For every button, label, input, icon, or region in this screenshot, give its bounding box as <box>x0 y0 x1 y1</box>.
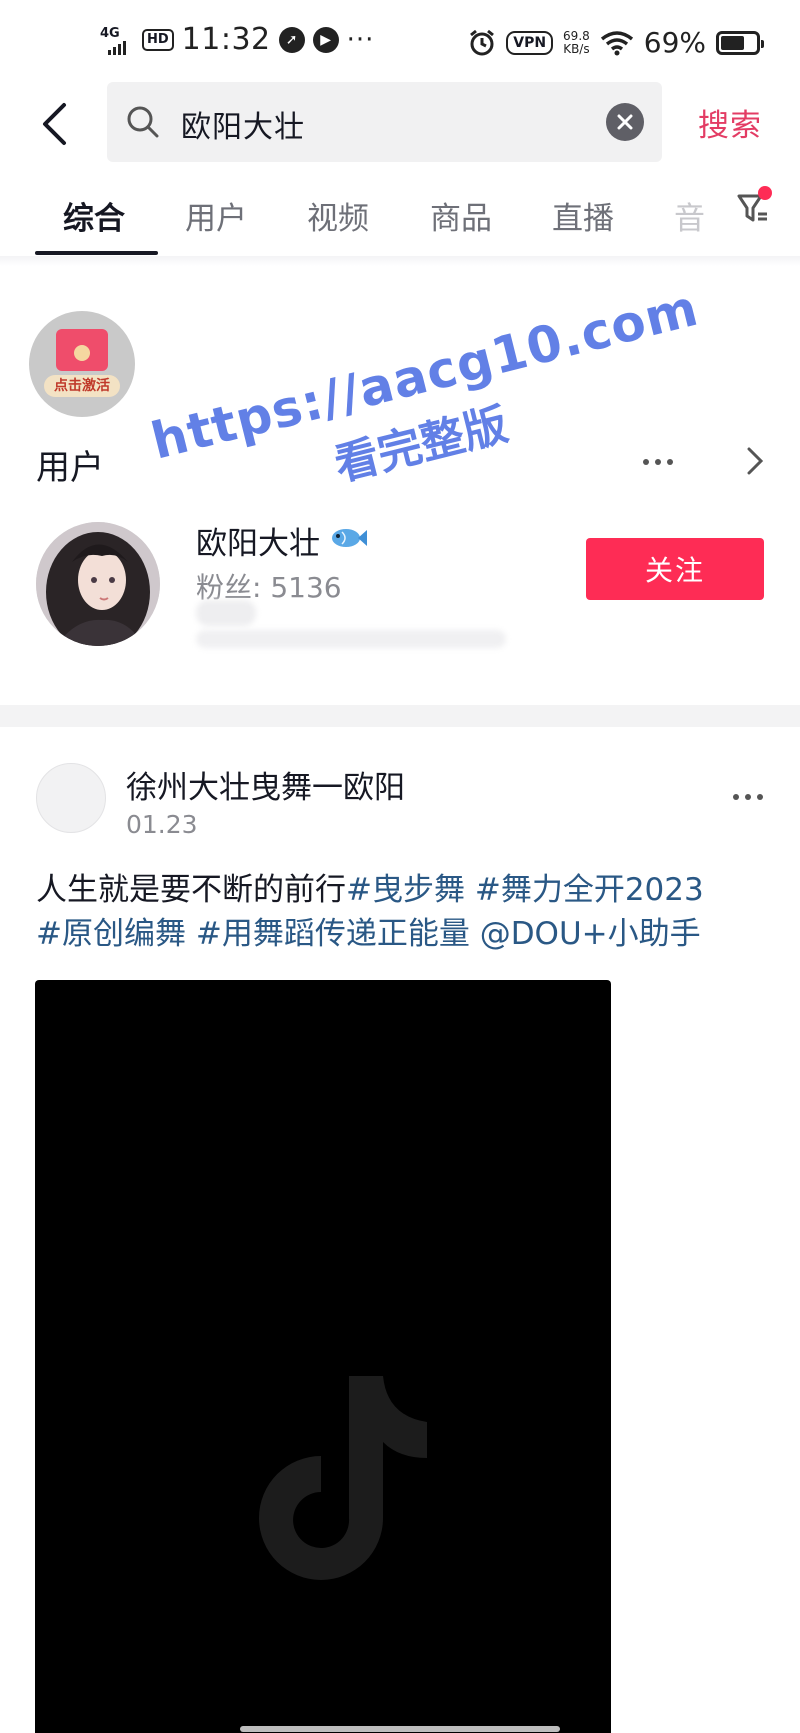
post-author-name[interactable]: 徐州大壮曳舞一欧阳 <box>126 762 405 807</box>
tab-comprehensive[interactable]: 综合 <box>63 193 125 238</box>
section-title-users: 用户 <box>36 448 104 488</box>
compass-icon: ➚ <box>278 26 305 53</box>
mention-link[interactable]: @DOU+小助手 <box>480 916 701 952</box>
network-speed: 69.8 KB/s <box>563 28 590 56</box>
hd-icon: HD <box>142 28 174 51</box>
red-packet-float[interactable]: 点击激活 <box>29 311 135 417</box>
hashtag-link[interactable]: #用舞蹈传递正能量 <box>196 916 470 952</box>
hashtag-link[interactable]: #曳步舞 <box>346 872 465 908</box>
blurred-text <box>196 600 256 626</box>
battery-icon <box>716 30 764 55</box>
watermark-text: 看完整版 <box>329 399 513 492</box>
post-author-avatar[interactable] <box>36 763 106 833</box>
follow-button[interactable]: 关注 <box>586 538 764 600</box>
user-avatar[interactable] <box>36 522 160 646</box>
watermark: https://aacg10.com 看完整版 <box>134 240 705 560</box>
home-indicator <box>240 1726 560 1732</box>
section-divider <box>0 705 800 727</box>
status-bar: 4G HD 11:32 ➚ ▶ ··· VPN 69.8 KB/s 69% <box>0 0 800 80</box>
back-button[interactable] <box>32 96 76 152</box>
search-input[interactable]: 欧阳大壮 <box>107 82 662 162</box>
search-query: 欧阳大壮 <box>181 110 305 145</box>
more-notifications-icon: ··· <box>346 24 375 55</box>
clear-search-button[interactable] <box>606 103 644 141</box>
filter-button[interactable] <box>736 186 776 232</box>
result-tabs: 综合 用户 视频 商品 直播 音 <box>0 185 800 257</box>
blurred-text <box>196 630 506 648</box>
tab-music[interactable]: 音 <box>674 193 705 238</box>
more-options-icon[interactable] <box>640 450 676 474</box>
vpn-icon: VPN <box>506 30 554 55</box>
post-more-icon[interactable] <box>730 787 766 807</box>
user-name[interactable]: 欧阳大壮 <box>196 518 320 563</box>
search-button[interactable]: 搜索 <box>698 100 762 145</box>
chevron-left-icon <box>43 103 66 145</box>
post-date: 01.23 <box>126 810 198 839</box>
search-icon <box>127 106 159 138</box>
active-tab-indicator <box>35 251 158 255</box>
tab-shadow <box>0 256 800 266</box>
chevron-right-icon[interactable] <box>744 446 766 476</box>
wifi-icon <box>600 30 633 55</box>
play-icon: ▶ <box>312 26 339 53</box>
network-type: 4G <box>100 25 120 41</box>
close-icon <box>617 114 633 130</box>
red-envelope-icon <box>56 329 108 371</box>
cellular-signal-icon: 4G <box>98 25 134 55</box>
battery-percent: 69% <box>643 26 706 59</box>
clock: 11:32 <box>181 22 271 57</box>
search-results-page: 4G HD 11:32 ➚ ▶ ··· VPN 69.8 KB/s 69% 欧阳… <box>0 0 800 1733</box>
red-packet-label: 点击激活 <box>44 375 120 397</box>
notification-dot <box>758 186 772 200</box>
tab-users[interactable]: 用户 <box>185 193 247 238</box>
tab-live[interactable]: 直播 <box>552 193 614 238</box>
video-player[interactable] <box>35 980 611 1733</box>
alarm-icon <box>470 29 495 55</box>
caption-text: 人生就是要不断的前行 <box>36 872 346 908</box>
avatar-image <box>36 522 160 646</box>
tab-videos[interactable]: 视频 <box>307 193 369 238</box>
hashtag-link[interactable]: #原创编舞 <box>36 916 186 952</box>
watermark-url: https://aacg10.com <box>145 278 705 471</box>
post-caption: 人生就是要不断的前行#曳步舞 #舞力全开2023 #原创编舞 #用舞蹈传递正能量 … <box>36 868 776 956</box>
hashtag-link[interactable]: #舞力全开2023 <box>475 872 704 908</box>
fish-icon <box>332 529 367 547</box>
tiktok-logo-icon <box>259 1376 427 1580</box>
tab-products[interactable]: 商品 <box>430 193 492 238</box>
battery-fill <box>721 35 744 50</box>
